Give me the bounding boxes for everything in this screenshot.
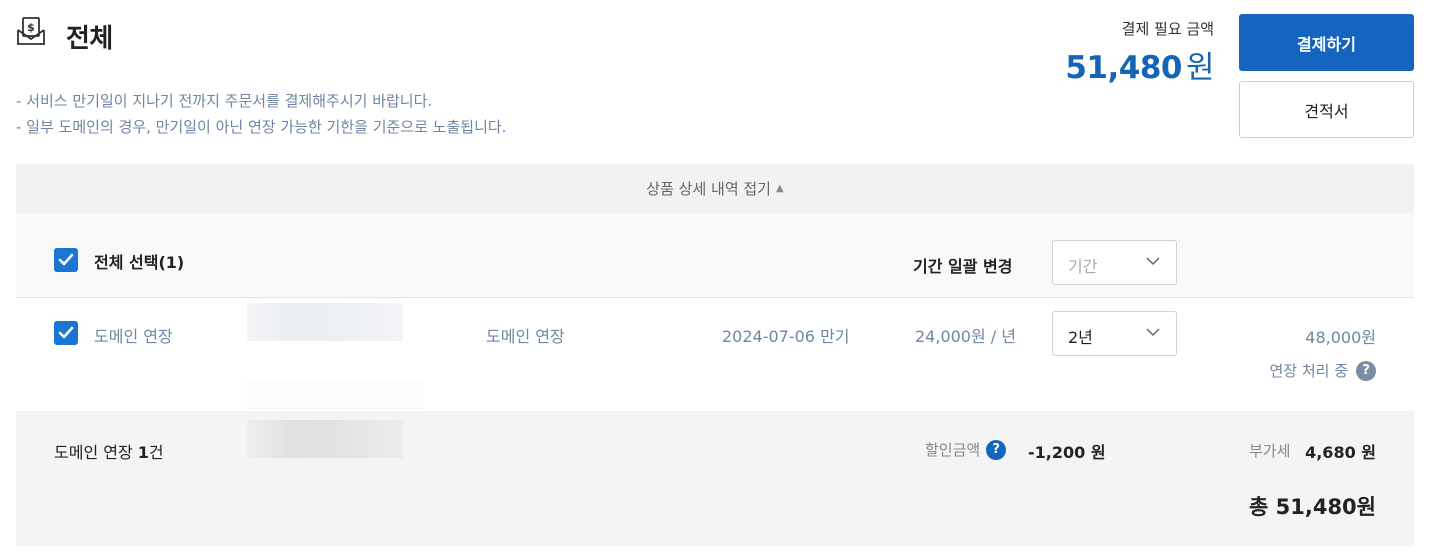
bulk-period-select[interactable]: 기간 <box>1052 240 1177 285</box>
select-all-checkbox[interactable] <box>54 248 78 272</box>
payment-required-amount: 51,480 원 <box>1065 42 1214 87</box>
help-icon[interactable]: ? <box>986 439 1007 460</box>
order-payment-page: $ 전체 - 서비스 만기일이 지나기 전까지 주문서를 결제해주시기 바랍니다… <box>0 0 1429 557</box>
order-summary: 도메인 연장 1건 할인금액 ? -1,200 원 부가세 4,680 원 총 … <box>16 411 1414 546</box>
svg-text:$: $ <box>27 21 35 34</box>
notice-list: - 서비스 만기일이 지나기 전까지 주문서를 결제해주시기 바랍니다. - 일… <box>16 88 506 140</box>
page-title: 전체 <box>66 24 113 54</box>
item-status: 연장 처리 중 ? <box>1269 360 1376 381</box>
chevron-down-icon <box>1146 257 1160 266</box>
item-unit-price: 24,000원 / 년 <box>915 327 1016 346</box>
pay-button[interactable]: 결제하기 <box>1239 14 1414 71</box>
item-expiry-date: 2024-07-06 만기 <box>722 327 850 346</box>
select-all-label: 전체 선택(1) <box>94 253 185 272</box>
summary-item-count: 도메인 연장 1건 <box>54 439 164 463</box>
help-icon[interactable]: ? <box>1356 360 1376 381</box>
summary-count: 1 <box>137 443 149 462</box>
collapse-details-label: 상품 상세 내역 접기 <box>646 180 771 198</box>
redacted-domain-name <box>247 303 403 341</box>
item-total-price: 48,000원 <box>1305 328 1376 347</box>
bulk-period-placeholder: 기간 <box>1068 257 1098 276</box>
bulk-period-label: 기간 일괄 변경 <box>913 257 1013 276</box>
quote-button[interactable]: 견적서 <box>1239 81 1414 138</box>
item-checkbox[interactable] <box>54 321 78 345</box>
vat-label: 부가세 <box>1249 442 1291 460</box>
redacted-domain-detail <box>247 380 423 410</box>
summary-count-unit: 건 <box>148 443 164 462</box>
discount-label: 할인금액 <box>925 441 981 459</box>
item-period-value: 2년 <box>1068 328 1093 347</box>
payment-amount-unit: 원 <box>1185 50 1215 86</box>
check-icon <box>58 253 74 266</box>
discount-label-wrap: 할인금액 ? <box>925 439 1007 460</box>
payment-required-label: 결제 필요 금액 <box>1121 20 1214 38</box>
notice-line: - 서비스 만기일이 지나기 전까지 주문서를 결제해주시기 바랍니다. <box>16 92 433 110</box>
check-icon <box>58 326 74 339</box>
item-period-select[interactable]: 2년 <box>1052 311 1177 356</box>
caret-up-icon: ▲ <box>776 183 784 194</box>
payment-amount-value: 51,480 <box>1065 50 1182 86</box>
summary-label-prefix: 도메인 연장 <box>54 443 138 462</box>
redacted-summary-detail <box>247 420 403 458</box>
chevron-down-icon <box>1146 328 1160 337</box>
vat-value: 4,680 원 <box>1305 443 1376 462</box>
discount-value: -1,200 원 <box>1028 443 1106 462</box>
item-product-type: 도메인 연장 <box>486 327 565 346</box>
item-status-label: 연장 처리 중 <box>1269 362 1348 380</box>
select-all-row: 전체 선택(1) 기간 일괄 변경 기간 <box>16 213 1414 298</box>
money-document-icon: $ <box>16 16 46 48</box>
notice-line: - 일부 도메인의 경우, 만기일이 아닌 연장 가능한 기한을 기준으로 노출… <box>16 118 507 136</box>
collapse-details-toggle[interactable]: 상품 상세 내역 접기 ▲ <box>16 164 1414 213</box>
item-name: 도메인 연장 <box>94 327 173 346</box>
grand-total: 총 51,480원 <box>1249 495 1376 519</box>
order-item-row: 도메인 연장 도메인 연장 2024-07-06 만기 24,000원 / 년 … <box>16 298 1414 411</box>
